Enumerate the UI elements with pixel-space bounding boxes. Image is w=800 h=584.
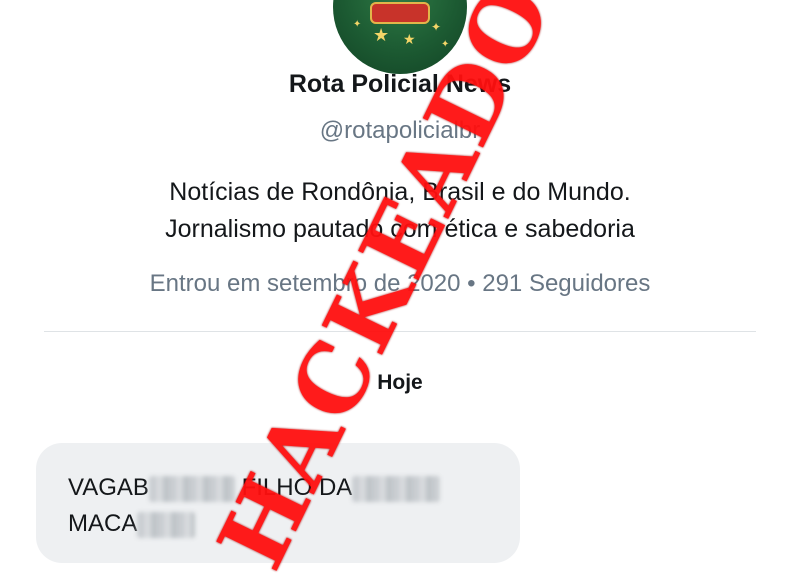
star-icon: ✦ (431, 20, 442, 34)
meta-separator: • (467, 270, 476, 297)
star-icon: ✦ (353, 19, 362, 30)
message-text-part1: VAGAB (68, 474, 149, 501)
censor-blur (352, 475, 441, 502)
profile-name: Rota Policial News (288, 70, 512, 98)
message-line-2: MACA (68, 510, 196, 538)
star-icon: ★ (403, 31, 416, 47)
censor-blur (137, 511, 196, 538)
star-icon: ★ (373, 25, 390, 45)
day-label: Hoje (377, 371, 423, 394)
ornament-icon (370, 2, 430, 24)
followers-count[interactable]: 291 Seguidores (482, 270, 650, 297)
